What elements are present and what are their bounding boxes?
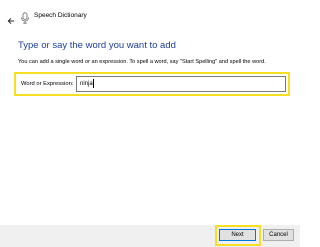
word-expression-input[interactable]: ninja bbox=[76, 76, 286, 92]
title-bar: Speech Dictionary bbox=[0, 0, 300, 31]
speech-dictionary-window: Speech Dictionary Type or say the word y… bbox=[0, 0, 300, 247]
word-field-label: Word or Expression: bbox=[21, 81, 74, 87]
instructions-text: You can add a single word or an expressi… bbox=[18, 59, 266, 65]
text-caret bbox=[92, 78, 94, 88]
back-arrow-icon[interactable] bbox=[7, 12, 15, 25]
page-heading: Type or say the word you want to add bbox=[18, 40, 176, 51]
microphone-icon bbox=[20, 11, 30, 24]
word-expression-value: ninja bbox=[80, 81, 93, 87]
next-button[interactable]: Next bbox=[219, 229, 256, 241]
window-title: Speech Dictionary bbox=[34, 12, 87, 19]
word-input-group: Word or Expression: ninja bbox=[14, 72, 290, 96]
cancel-button[interactable]: Cancel bbox=[263, 229, 294, 241]
